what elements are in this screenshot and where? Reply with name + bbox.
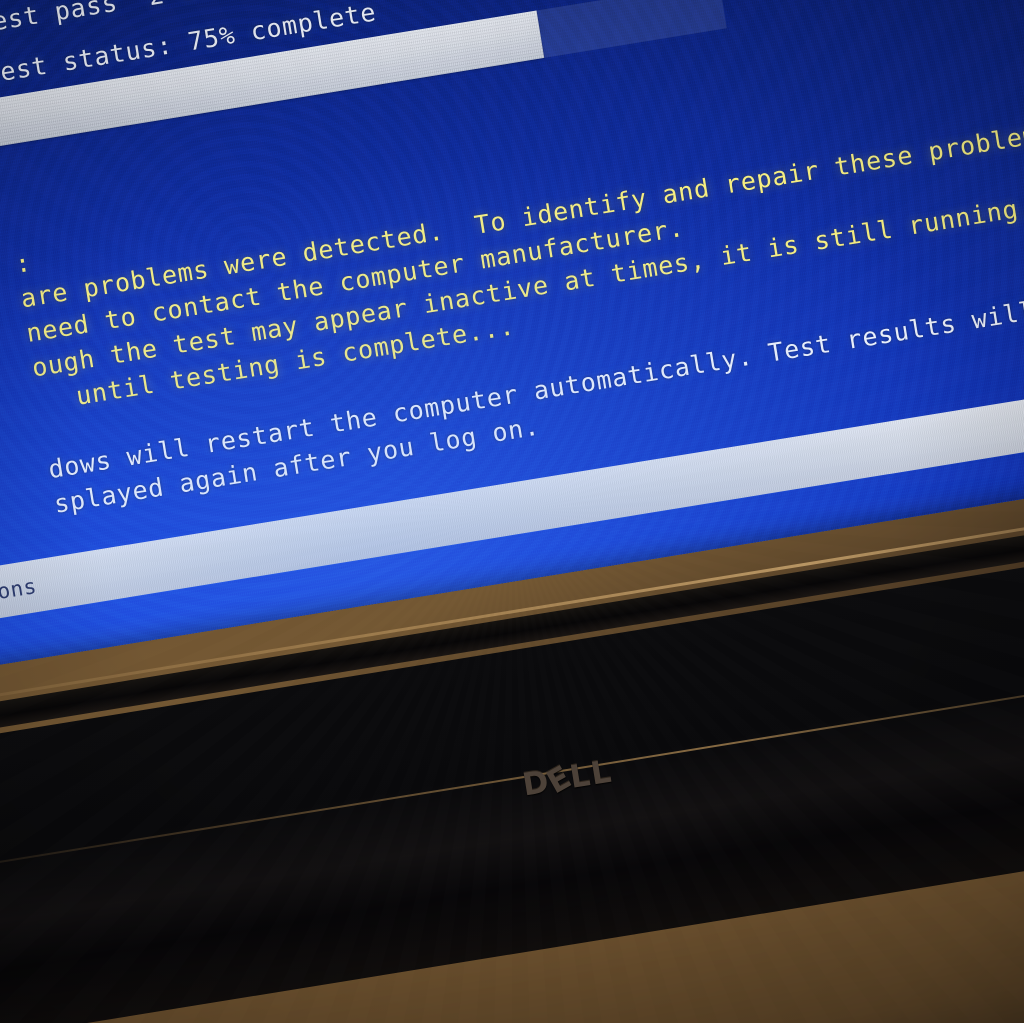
photograph-of-monitor: take several test pass 2 of 2: 50% compl… bbox=[0, 0, 1024, 1023]
yellow-line-0: : bbox=[13, 247, 34, 279]
key-hint-f1-options[interactable]: F1=Options bbox=[0, 574, 38, 619]
